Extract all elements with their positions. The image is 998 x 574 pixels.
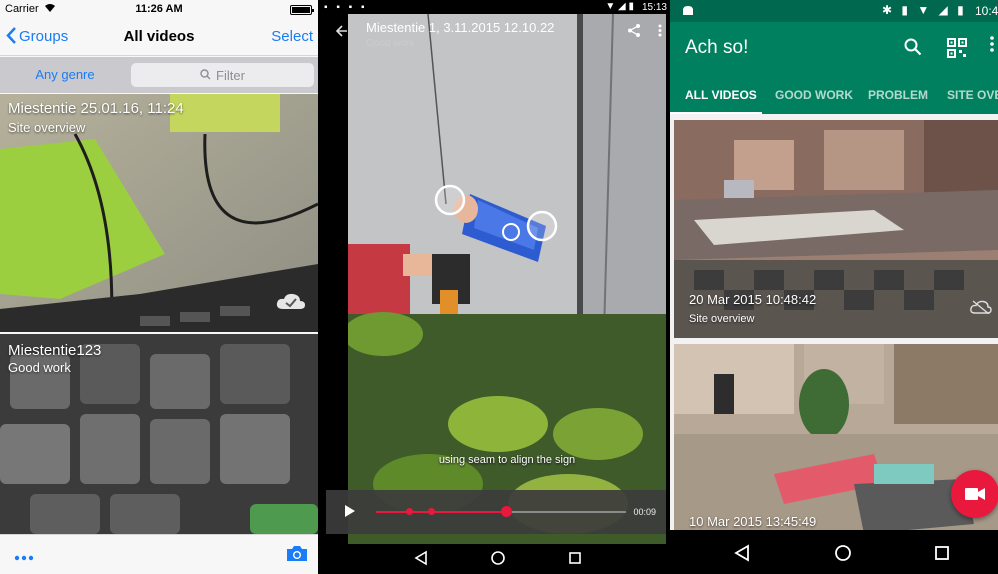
android-status-bar: ✱ ▮ ▼ ◢ ▮ 10:4: [670, 0, 998, 22]
search-icon: [200, 68, 211, 83]
overflow-menu-icon[interactable]: [990, 36, 994, 57]
video-player-screen: ▪ ▪ ▪ ▪ ▼ ◢ ▮ 15:13 Miestentie 1, 3.11.2…: [318, 0, 670, 574]
cloud-check-icon: [276, 292, 306, 315]
system-nav-bar: [670, 530, 998, 574]
player-header: Miestentie 1, 3.11.2015 12.10.22 Good wo…: [318, 14, 670, 54]
cloud-off-icon: [970, 300, 992, 319]
video-duration: 00:09: [633, 507, 656, 517]
status-time: 11:26 AM: [135, 3, 183, 15]
select-button[interactable]: Select: [271, 28, 313, 45]
battery-icon: [290, 5, 314, 15]
app-screenshots: Carrier 11:26 AM Groups All videos Selec…: [0, 0, 998, 574]
notification-icons: ▪ ▪ ▪ ▪: [324, 2, 368, 13]
play-icon[interactable]: [344, 504, 356, 523]
video-title: Miestentie 1, 3.11.2015 12.10.22: [366, 20, 555, 35]
ios-status-bar: Carrier 11:26 AM: [0, 0, 318, 18]
app-title: Ach so!: [685, 37, 749, 58]
nav-back-icon[interactable]: [414, 550, 428, 571]
signal-icons: ✱ ▮ ▼ ◢ ▮: [882, 3, 967, 17]
video-genre: Site overview: [689, 313, 755, 325]
video-cell[interactable]: Miestentie123 Good work: [0, 334, 318, 534]
nav-recents-icon[interactable]: [568, 550, 582, 571]
video-card[interactable]: 20 Mar 2015 10:48:42 Site overview: [674, 120, 998, 338]
arrow-left-icon[interactable]: [335, 24, 348, 41]
status-time: 15:13: [641, 2, 667, 13]
signal-icons: ▼ ◢ ▮: [605, 1, 634, 12]
tab-good-work[interactable]: GOOD WORK: [775, 88, 853, 102]
seek-handle[interactable]: [501, 506, 512, 517]
filter-placeholder: Filter: [216, 67, 245, 83]
video-date: 20 Mar 2015 10:48:42: [689, 292, 817, 307]
video-genre: Good work: [366, 38, 415, 49]
video-card[interactable]: 10 Mar 2015 13:45:49: [674, 344, 998, 534]
nav-home-icon[interactable]: [490, 550, 506, 571]
video-title: Miestentie123: [8, 342, 102, 359]
more-horizontal-icon[interactable]: [14, 545, 34, 566]
android-status-bar: ▪ ▪ ▪ ▪ ▼ ◢ ▮ 15:13: [318, 0, 670, 14]
qr-code-icon[interactable]: [947, 38, 967, 63]
annotation-marker[interactable]: [405, 508, 413, 515]
record-video-button[interactable]: [951, 470, 998, 518]
achso-app-screen: ✱ ▮ ▼ ◢ ▮ 10:4 Ach so! ALL VIDEOS GOOD W…: [670, 0, 998, 574]
video-title: Miestentie 25.01.16, 11:24: [8, 100, 184, 117]
playback-controls: 00:09: [326, 490, 666, 534]
annotation-marker[interactable]: [428, 508, 435, 515]
filter-bar: Any genre Filter: [0, 57, 318, 93]
tab-site-overview[interactable]: SITE OVE: [947, 88, 998, 102]
share-icon[interactable]: [628, 24, 640, 42]
seek-bar[interactable]: [376, 506, 626, 517]
filter-search-field[interactable]: Filter: [131, 63, 314, 87]
app-bar: Ach so! ALL VIDEOS GOOD WORK PROBLEM SIT…: [670, 22, 998, 115]
videocam-icon: [965, 487, 985, 506]
genre-tabs: ALL VIDEOS GOOD WORK PROBLEM SITE OVE: [670, 84, 998, 115]
ios-screen: Carrier 11:26 AM Groups All videos Selec…: [0, 0, 318, 574]
nav-home-icon[interactable]: [834, 544, 852, 567]
video-genre: Good work: [8, 360, 71, 375]
overflow-menu-icon[interactable]: [658, 24, 662, 40]
annotation-caption: using seam to align the sign: [438, 454, 576, 466]
tab-problem[interactable]: PROBLEM: [868, 88, 928, 102]
video-cell[interactable]: Miestentie 25.01.16, 11:24 Site overview: [0, 94, 318, 332]
status-time: 10:4: [975, 4, 998, 18]
video-list: 20 Mar 2015 10:48:42 Site overview 10 Ma…: [670, 114, 998, 534]
page-title: All videos: [123, 28, 195, 45]
genre-selector[interactable]: Any genre: [0, 67, 130, 82]
nav-recents-icon[interactable]: [934, 544, 950, 567]
system-nav-bar: [318, 544, 670, 574]
camera-icon[interactable]: [286, 545, 308, 567]
video-genre: Site overview: [8, 120, 86, 135]
tab-all-videos[interactable]: ALL VIDEOS: [685, 88, 757, 102]
search-icon[interactable]: [904, 38, 922, 61]
nav-back-icon[interactable]: [734, 544, 750, 567]
video-date: 10 Mar 2015 13:45:49: [689, 514, 817, 529]
bottom-toolbar: [0, 534, 318, 574]
seek-progress: [376, 511, 506, 513]
video-thumbnail: [674, 344, 998, 534]
navigation-bar: Groups All videos Select: [0, 18, 318, 56]
android-robot-icon: [682, 4, 694, 19]
